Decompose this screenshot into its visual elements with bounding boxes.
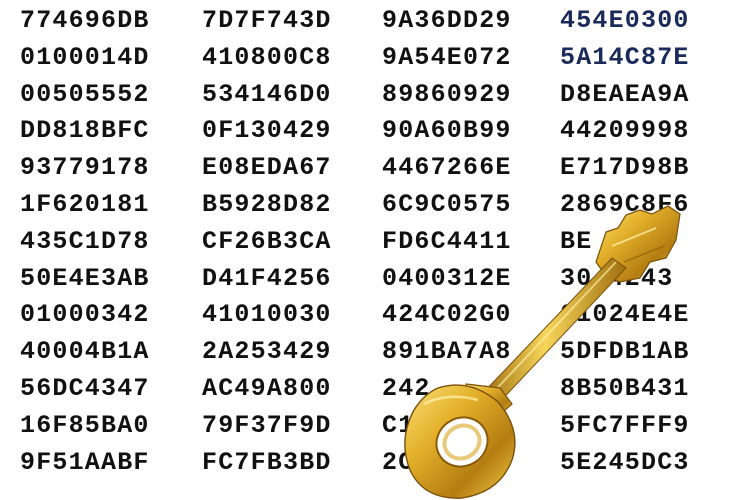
hex-cell: E717D98B bbox=[560, 153, 690, 183]
hex-cell: 0400312E bbox=[382, 263, 512, 293]
hex-cell: 9F51AABF bbox=[20, 447, 150, 477]
hex-row: 93779178 E08EDA67 4467266E E717D98B bbox=[0, 149, 732, 186]
hex-cell: FD6C4411 bbox=[382, 226, 512, 256]
hex-cell: 16F85BA0 bbox=[20, 410, 150, 440]
hex-cell: 01024E4E bbox=[560, 300, 690, 330]
hex-cell: 0F130429 bbox=[202, 116, 332, 146]
hex-row: 1F620181 B5928D82 6C9C0575 2869C8F6 bbox=[0, 186, 732, 223]
hex-row: 56DC4347 AC49A800 242 8B50B431 bbox=[0, 370, 732, 407]
hex-cell: D41F4256 bbox=[202, 263, 332, 293]
hex-cell: 774696DB bbox=[20, 6, 150, 35]
hex-cell: 2869C8F6 bbox=[560, 190, 690, 219]
hex-cell: C1D bbox=[382, 410, 431, 440]
hex-cell: E08EDA67 bbox=[202, 153, 332, 183]
hex-cell: BE B6 bbox=[560, 226, 642, 256]
hex-cell: 8B50B431 bbox=[560, 374, 690, 403]
hex-cell: 891BA7A8 bbox=[382, 337, 512, 367]
hex-cell: 93779178 bbox=[20, 153, 150, 183]
hex-cell: 1F620181 bbox=[20, 190, 150, 219]
hex-cell: 5E245DC3 bbox=[560, 447, 690, 477]
hex-cell: 2A253429 bbox=[202, 337, 332, 367]
hex-cell: 0100014D bbox=[20, 42, 150, 72]
hex-cell: 6C9C0575 bbox=[382, 190, 512, 219]
hex-row: 435C1D78 CF26B3CA FD6C4411 BE B6 bbox=[0, 223, 732, 260]
hex-row: 16F85BA0 79F37F9D C1D 5FC7FFF9 bbox=[0, 407, 732, 444]
hex-cell: B5928D82 bbox=[202, 190, 332, 219]
hex-row: 00505552 534146D0 89860929 D8EAEA9A bbox=[0, 76, 732, 113]
hex-cell: CF26B3CA bbox=[202, 226, 332, 256]
hex-cell: 2C9C0100 bbox=[382, 447, 512, 477]
hex-row: DD818BFC 0F130429 90A60B99 44209998 bbox=[0, 112, 732, 149]
hex-cell: 41010030 bbox=[202, 300, 332, 330]
hex-cell: 410800C8 bbox=[202, 42, 332, 72]
hex-cell: 9A36DD29 bbox=[382, 6, 512, 35]
hex-cell: 5FC7FFF9 bbox=[560, 410, 690, 440]
hex-cell: 435C1D78 bbox=[20, 226, 150, 256]
hex-dump-grid: 774696DB 7D7F743D 9A36DD29 454E0300 0100014D… bbox=[0, 0, 732, 500]
hex-cell: FC7FB3BD bbox=[202, 447, 332, 477]
hex-cell: 242 bbox=[382, 374, 431, 403]
hex-cell: 9A54E072 bbox=[382, 42, 512, 72]
hex-cell: 90A60B99 bbox=[382, 116, 512, 146]
hex-cell: AC49A800 bbox=[202, 374, 332, 403]
hex-cell: 5A14C87E bbox=[560, 42, 690, 72]
hex-row: 9F51AABF FC7FB3BD 2C9C0100 5E245DC3 bbox=[0, 444, 732, 481]
hex-cell: 00505552 bbox=[20, 79, 150, 109]
hex-cell: 01000342 bbox=[20, 300, 150, 330]
hex-cell: 534146D0 bbox=[202, 79, 332, 109]
hex-cell: 30 4243 bbox=[560, 263, 674, 293]
hex-cell: D8EAEA9A bbox=[560, 79, 690, 109]
hex-cell: DD818BFC bbox=[20, 116, 150, 146]
hex-row: 01000342 41010030 424C02G0 01024E4E bbox=[0, 296, 732, 333]
hex-cell: 89860929 bbox=[382, 79, 512, 109]
hex-cell: 56DC4347 bbox=[20, 374, 150, 403]
hex-cell: 4467266E bbox=[382, 153, 512, 183]
hex-cell: 5DFDB1AB bbox=[560, 337, 690, 367]
hex-row: 40004B1A 2A253429 891BA7A8 5DFDB1AB bbox=[0, 333, 732, 370]
hex-row: 50E4E3AB D41F4256 0400312E 30 4243 bbox=[0, 260, 732, 297]
hex-cell: 79F37F9D bbox=[202, 410, 332, 440]
hex-cell: 7D7F743D bbox=[202, 6, 332, 35]
hex-cell: 424C02G0 bbox=[382, 300, 512, 330]
hex-row: 0100014D 410800C8 9A54E072 5A14C87E bbox=[0, 39, 732, 76]
hex-cell: 44209998 bbox=[560, 116, 690, 146]
hex-cell: 40004B1A bbox=[20, 337, 150, 367]
hex-cell: 454E0300 bbox=[560, 6, 690, 35]
hex-row: 774696DB 7D7F743D 9A36DD29 454E0300 bbox=[0, 2, 732, 39]
hex-cell: 50E4E3AB bbox=[20, 263, 150, 293]
